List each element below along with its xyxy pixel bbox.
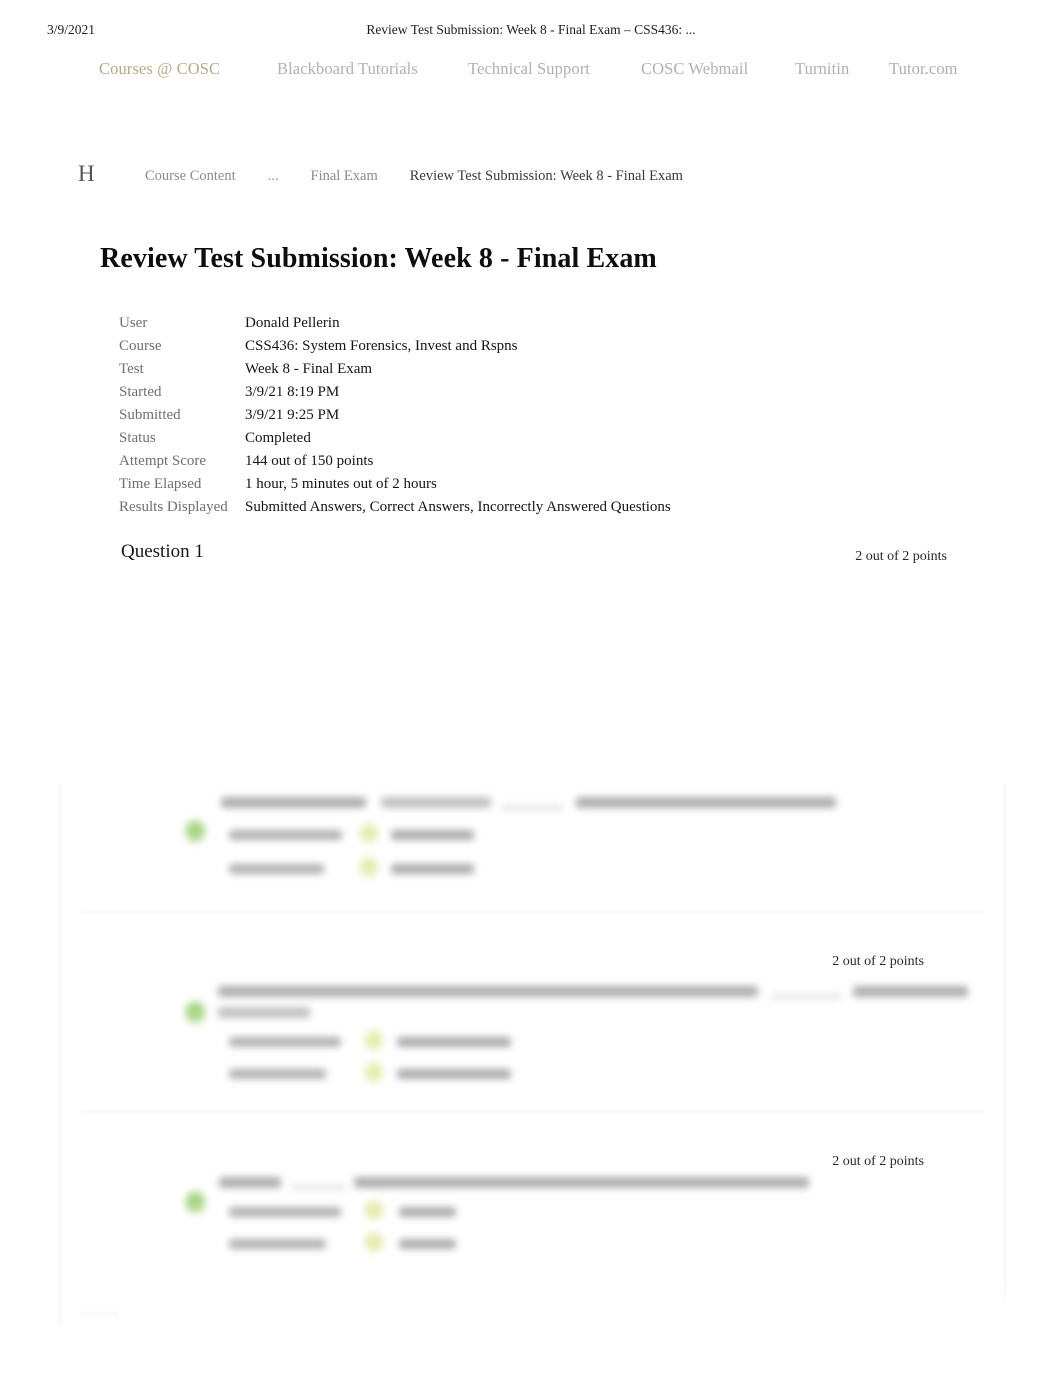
question-blank-underline: [501, 806, 563, 809]
correct-answer-label: [229, 864, 324, 874]
summary-label-submitted: Submitted: [119, 407, 181, 423]
question-text-line: [218, 1007, 310, 1018]
question-card: 2 out of 2 points: [81, 913, 984, 1105]
selected-answer-value: [391, 830, 474, 840]
breadcrumb-item-current: Review Test Submission: Week 8 - Final E…: [409, 168, 683, 184]
question-points: 2 out of 2 points: [832, 954, 924, 969]
breadcrumb-item-course-content[interactable]: Course Content: [145, 168, 236, 184]
correct-answer-icon: [359, 857, 379, 878]
selected-answer-label: [229, 1037, 341, 1047]
page-title: Review Test Submission: Week 8 - Final E…: [100, 242, 657, 274]
region-right-edge: [1004, 784, 1006, 1324]
summary-label-status: Status: [119, 430, 156, 446]
summary-row: Time Elapsed 1 hour, 5 minutes out of 2 …: [119, 476, 939, 499]
summary-row: Course CSS436: System Forensics, Invest …: [119, 338, 939, 361]
summary-row: Test Week 8 - Final Exam: [119, 361, 939, 384]
top-navigation: Courses @ COSC Blackboard Tutorials Tech…: [0, 59, 1062, 85]
question-1-label: Question 1: [121, 541, 204, 562]
summary-row: Results Displayed Submitted Answers, Cor…: [119, 499, 939, 522]
correct-indicator-icon: [185, 820, 206, 843]
selected-answer-label: [229, 1207, 341, 1217]
question-blank-underline: [291, 1186, 346, 1189]
summary-value-test: Week 8 - Final Exam: [245, 361, 373, 377]
breadcrumb-item-final-exam[interactable]: Final Exam: [311, 168, 378, 184]
summary-label-results-displayed: Results Displayed: [119, 499, 228, 515]
question-1-header: Question 1 2 out of 2 points: [121, 541, 947, 567]
summary-value-course: CSS436: System Forensics, Invest and Rsp…: [245, 338, 518, 354]
correct-answer-icon: [364, 1062, 384, 1083]
print-page-title: Review Test Submission: Week 8 - Final E…: [366, 22, 696, 37]
correct-answer-value: [391, 864, 474, 874]
summary-value-results-displayed: Submitted Answers, Correct Answers, Inco…: [245, 499, 671, 515]
question-card-divider: [81, 1313, 984, 1314]
selected-answer-label: [229, 830, 342, 840]
nav-item-turnitin[interactable]: Turnitin: [795, 59, 849, 79]
correct-answer-label: [229, 1069, 326, 1079]
region-left-edge: [59, 784, 61, 1324]
breadcrumb-item-ellipsis[interactable]: ...: [268, 168, 279, 184]
summary-row: Status Completed: [119, 430, 939, 453]
summary-row: Submitted 3/9/21 9:25 PM: [119, 407, 939, 430]
question-text-line: [221, 797, 366, 808]
correct-answer-value: [397, 1069, 511, 1079]
summary-row: Started 3/9/21 8:19 PM: [119, 384, 939, 407]
summary-row: User Donald Pellerin: [119, 315, 939, 338]
submission-summary-table: User Donald Pellerin Course CSS436: Syst…: [119, 315, 939, 522]
summary-row: Attempt Score 144 out of 150 points: [119, 453, 939, 476]
breadcrumb: Course Content... Final Exam Review Test S…: [145, 167, 683, 187]
nav-item-courses-at-cosc[interactable]: Courses @ COSC: [99, 59, 220, 79]
summary-label-time-elapsed: Time Elapsed: [119, 476, 202, 492]
question-card: [81, 784, 984, 912]
selected-answer-icon: [364, 1200, 384, 1221]
correct-indicator-icon: [185, 1001, 206, 1024]
question-text-line: [576, 797, 836, 808]
nav-item-blackboard-tutorials[interactable]: Blackboard Tutorials: [277, 59, 418, 79]
question-text-line: [853, 986, 968, 997]
summary-value-time-elapsed: 1 hour, 5 minutes out of 2 hours: [245, 476, 437, 492]
summary-label-started: Started: [119, 384, 162, 400]
question-1-points: 2 out of 2 points: [855, 549, 947, 564]
print-header: 3/9/2021 Review Test Submission: Week 8 …: [0, 22, 1062, 44]
correct-answer-icon: [364, 1232, 384, 1253]
selected-answer-value: [399, 1207, 456, 1217]
summary-value-submitted: 3/9/21 9:25 PM: [245, 407, 340, 423]
question-blank-underline: [771, 995, 841, 998]
summary-value-started: 3/9/21 8:19 PM: [245, 384, 340, 400]
home-logo-icon[interactable]: H: [78, 162, 95, 185]
correct-answer-label: [229, 1239, 326, 1249]
question-text-line: [218, 986, 758, 997]
nav-item-tutor-com[interactable]: Tutor.com: [889, 59, 958, 79]
summary-value-user: Donald Pellerin: [245, 315, 340, 331]
selected-answer-icon: [364, 1030, 384, 1051]
question-cards-region: 2 out of 2 points 2 out of 2 points: [59, 784, 1062, 1324]
summary-label-attempt-score: Attempt Score: [119, 453, 207, 469]
question-text-line: [381, 797, 491, 808]
correct-answer-value: [399, 1239, 456, 1249]
question-points: 2 out of 2 points: [832, 1154, 924, 1169]
question-card: 2 out of 2 points: [81, 1113, 984, 1313]
summary-value-attempt-score: 144 out of 150 points: [245, 453, 374, 469]
selected-answer-icon: [359, 823, 379, 844]
summary-label-course: Course: [119, 338, 162, 354]
question-text-line: [219, 1177, 281, 1188]
summary-label-test: Test: [119, 361, 144, 377]
summary-label-user: User: [119, 315, 148, 331]
summary-value-status: Completed: [245, 430, 311, 446]
question-card-divider: [81, 1111, 984, 1112]
nav-item-technical-support[interactable]: Technical Support: [468, 59, 590, 79]
question-text-line: [354, 1177, 809, 1188]
selected-answer-value: [397, 1037, 511, 1047]
correct-indicator-icon: [185, 1191, 206, 1214]
nav-item-cosc-webmail[interactable]: COSC Webmail: [641, 59, 748, 79]
